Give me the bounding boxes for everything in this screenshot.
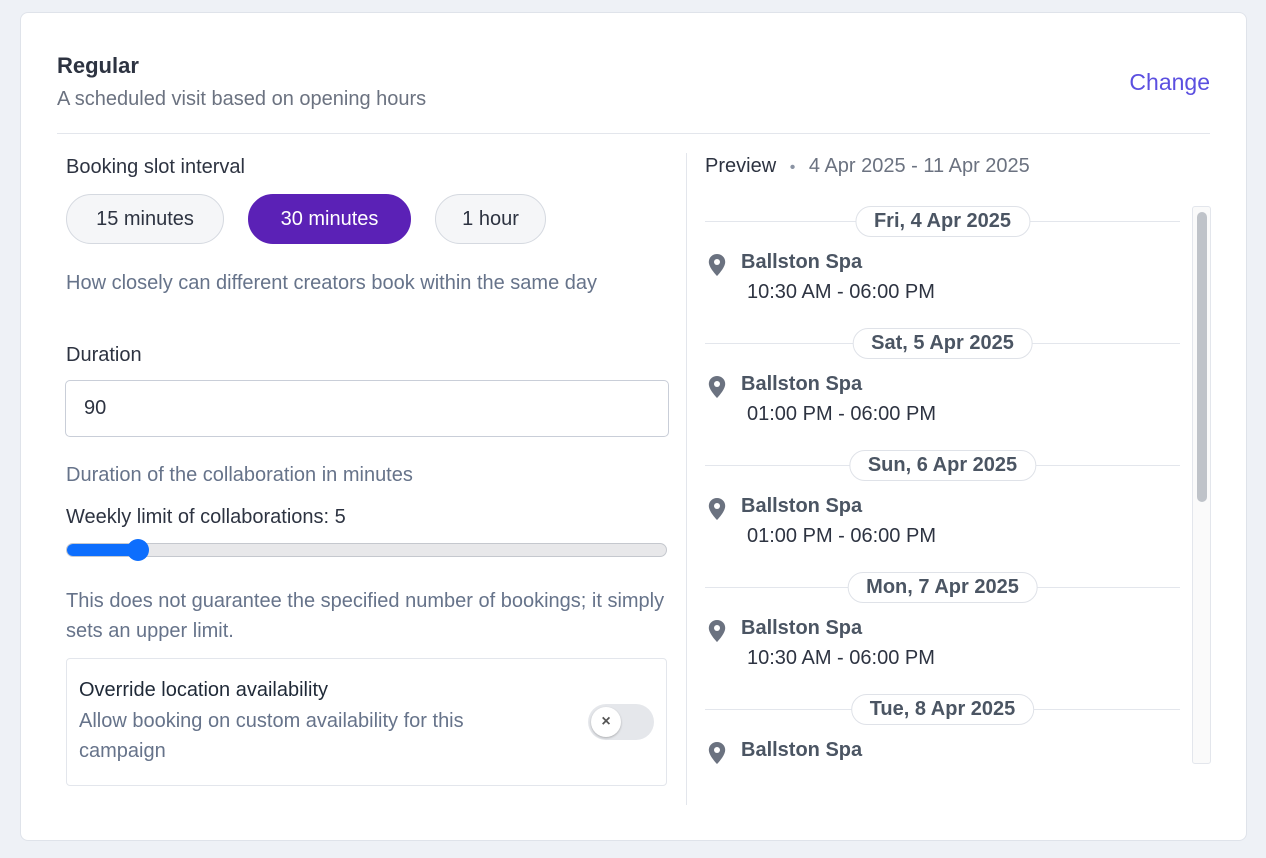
day-location: Ballston Spa <box>741 373 863 395</box>
preview-day-list[interactable]: Fri, 4 Apr 2025 Ballston Spa 10:30 AM - 06… <box>705 206 1180 764</box>
close-icon: × <box>591 707 621 737</box>
day-hours: 10:30 AM - 06:00 PM <box>747 647 935 669</box>
header-divider <box>57 133 1210 134</box>
slot-option-1-hour[interactable]: 1 hour <box>435 194 546 244</box>
day-location: Ballston Spa <box>741 617 863 639</box>
slot-option-15-minutes[interactable]: 15 minutes <box>66 194 224 244</box>
change-button[interactable]: Change <box>1129 69 1210 96</box>
location-pin-icon <box>708 620 726 642</box>
weekly-limit-label: Weekly limit of collaborations: 5 <box>66 506 346 528</box>
slot-option-30-minutes[interactable]: 30 minutes <box>248 194 411 244</box>
preview-panel: Preview • 4 Apr 2025 - 11 Apr 2025 Fri, … <box>705 153 1211 805</box>
day-date-badge: Tue, 8 Apr 2025 <box>850 694 1035 725</box>
override-title: Override location availability <box>79 679 329 701</box>
preview-header: Preview • 4 Apr 2025 - 11 Apr 2025 <box>705 155 1030 178</box>
day-date-badge: Sun, 6 Apr 2025 <box>848 450 1037 481</box>
day-date-badge: Mon, 7 Apr 2025 <box>847 572 1038 603</box>
duration-help: Duration of the collaboration in minutes <box>66 464 413 486</box>
separator-dot: • <box>789 159 796 176</box>
slider-thumb[interactable] <box>127 539 150 561</box>
preview-day: Mon, 7 Apr 2025 Ballston Spa 10:30 AM - 06… <box>705 572 1180 694</box>
location-pin-icon <box>708 742 726 764</box>
slot-interval-help: How closely can different creators book … <box>66 272 598 294</box>
location-pin-icon <box>708 498 726 520</box>
day-location: Ballston Spa <box>741 251 863 273</box>
day-date-badge: Fri, 4 Apr 2025 <box>854 206 1031 237</box>
day-hours: 01:00 PM - 06:00 PM <box>747 525 936 547</box>
weekly-limit-help: This does not guarantee the specified nu… <box>66 590 665 642</box>
day-hours: 01:00 PM - 06:00 PM <box>747 403 936 425</box>
location-pin-icon <box>708 254 726 276</box>
weekly-limit-slider[interactable] <box>66 543 667 557</box>
schedule-type-subtitle: A scheduled visit based on opening hours <box>57 88 427 110</box>
preview-scrollbar[interactable] <box>1192 206 1211 764</box>
override-description: Allow booking on custom availability for… <box>79 710 464 762</box>
preview-label: Preview <box>705 155 777 177</box>
preview-day: Fri, 4 Apr 2025 Ballston Spa 10:30 AM - 06… <box>705 206 1180 328</box>
day-location: Ballston Spa <box>741 495 863 517</box>
day-date-badge: Sat, 5 Apr 2025 <box>852 328 1033 359</box>
duration-label: Duration <box>66 344 142 366</box>
location-pin-icon <box>708 376 726 398</box>
override-toggle[interactable]: × <box>588 704 654 740</box>
preview-day: Sat, 5 Apr 2025 Ballston Spa 01:00 PM - 06… <box>705 328 1180 450</box>
scrollbar-thumb[interactable] <box>1197 212 1207 502</box>
override-availability-box: Override location availability Allow boo… <box>66 658 667 786</box>
schedule-type-title: Regular <box>57 53 139 78</box>
panel-divider <box>686 153 687 805</box>
day-location: Ballston Spa <box>741 739 863 761</box>
scheduling-card: Regular A scheduled visit based on openi… <box>20 12 1247 841</box>
duration-input[interactable] <box>65 380 669 437</box>
preview-date-range: 4 Apr 2025 - 11 Apr 2025 <box>808 155 1030 177</box>
preview-day: Tue, 8 Apr 2025 Ballston Spa <box>705 694 1180 764</box>
slot-interval-label: Booking slot interval <box>66 156 245 178</box>
day-hours: 10:30 AM - 06:00 PM <box>747 281 935 303</box>
preview-day: Sun, 6 Apr 2025 Ballston Spa 01:00 PM - 06… <box>705 450 1180 572</box>
